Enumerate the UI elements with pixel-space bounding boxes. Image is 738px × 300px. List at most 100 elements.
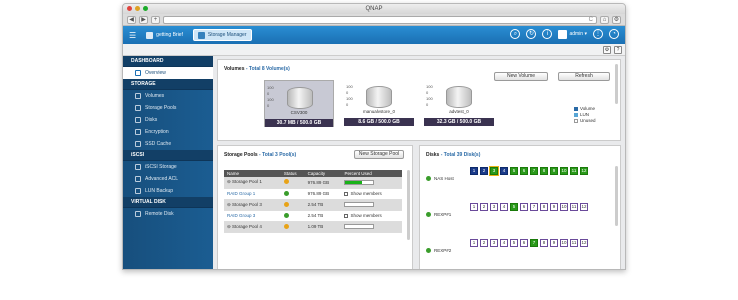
disk-slot[interactable]: 3 bbox=[489, 166, 499, 176]
disk-slot[interactable]: 8 bbox=[540, 203, 548, 211]
disk-slot[interactable]: 11 bbox=[570, 203, 578, 211]
disk-slot[interactable]: 9 bbox=[550, 167, 558, 175]
sidebar-item-ssd-cache[interactable]: SSD Cache bbox=[123, 138, 213, 150]
disk-slot[interactable]: 3 bbox=[490, 203, 498, 211]
tab-storage-manager[interactable]: Storage Manager bbox=[192, 29, 252, 41]
menu-icon[interactable]: ☰ bbox=[129, 31, 136, 40]
disk-slot[interactable]: 9 bbox=[550, 239, 558, 247]
enclosure-row[interactable]: NAS Host 1 2 3 4 5 6 7 8 9 10 11 12 bbox=[424, 164, 614, 196]
disk-slot[interactable]: 12 bbox=[580, 203, 588, 211]
disk-slot[interactable]: 9 bbox=[550, 203, 558, 211]
tab-getting-brief[interactable]: getting Brief bbox=[142, 29, 187, 41]
col-name[interactable]: Name bbox=[224, 170, 281, 177]
volume-name: advtest_0 bbox=[449, 109, 469, 114]
minimize-icon[interactable] bbox=[135, 6, 140, 11]
disk-slot[interactable]: 6 bbox=[520, 167, 528, 175]
disk-slot[interactable]: 1 bbox=[470, 239, 478, 247]
sidebar-section-dashboard[interactable]: DASHBOARD bbox=[123, 56, 213, 67]
sidebar-section-virtual-disk[interactable]: VIRTUAL DISK bbox=[123, 197, 213, 208]
col-percent-used[interactable]: Percent Used bbox=[341, 170, 402, 177]
help-icon[interactable]: ? bbox=[614, 46, 622, 54]
sidebar-section-iscsi[interactable]: iSCSI bbox=[123, 150, 213, 161]
disk-slot[interactable]: 6 bbox=[520, 203, 528, 211]
legend-swatch-volume bbox=[574, 107, 578, 111]
add-icon[interactable]: + bbox=[151, 15, 160, 24]
show-members-checkbox[interactable] bbox=[344, 213, 349, 218]
table-row[interactable]: ⊖ Storage Pool 4 1.09 TB bbox=[224, 221, 402, 233]
sidebar-item-encryption[interactable]: Encryption bbox=[123, 126, 213, 138]
gauge-icon[interactable]: ◔ bbox=[609, 29, 619, 39]
disk-slot[interactable]: 2 bbox=[480, 167, 488, 175]
disk-slot[interactable]: 12 bbox=[580, 167, 588, 175]
disk-slot[interactable]: 5 bbox=[510, 203, 518, 211]
disk-slot[interactable]: 7 bbox=[530, 203, 538, 211]
disk-slot[interactable]: 3 bbox=[490, 239, 498, 247]
disk-slot[interactable]: 4 bbox=[500, 239, 508, 247]
disk-slot[interactable]: 1 bbox=[470, 167, 478, 175]
table-row[interactable]: RAID Group 3 2.54 TB Show members bbox=[224, 210, 402, 222]
show-members-checkbox[interactable] bbox=[344, 191, 349, 196]
close-icon[interactable] bbox=[127, 6, 132, 11]
sidebar-item-remote-disk[interactable]: Remote Disk bbox=[123, 208, 213, 220]
new-volume-button[interactable]: New Volume bbox=[494, 72, 548, 81]
volume-card[interactable]: 100 0 100 0 CSV300 30.7 MB / 500.0 GB bbox=[264, 80, 334, 127]
disk-slot[interactable]: 6 bbox=[520, 239, 528, 247]
sidebar-item-advanced-acl[interactable]: Advanced ACL bbox=[123, 173, 213, 185]
refresh-button[interactable]: Refresh bbox=[558, 72, 610, 81]
user-menu[interactable]: admin ▾ bbox=[558, 29, 587, 39]
disk-slot[interactable]: 10 bbox=[560, 239, 568, 247]
disk-slot[interactable]: 8 bbox=[540, 167, 548, 175]
disk-slot[interactable]: 1 bbox=[470, 203, 478, 211]
scrollbar[interactable] bbox=[407, 170, 410, 240]
sidebar-item-iscsi-storage[interactable]: iSCSI Storage bbox=[123, 161, 213, 173]
sidebar-item-storage-pools[interactable]: Storage Pools bbox=[123, 102, 213, 114]
disk-slot[interactable]: 5 bbox=[510, 239, 518, 247]
table-row[interactable]: RAID Group 1 976.89 GB Show members bbox=[224, 188, 402, 200]
disk-slot[interactable]: 7 bbox=[530, 167, 538, 175]
back-icon[interactable]: ◀ bbox=[127, 15, 136, 24]
sidebar-item-disks[interactable]: Disks bbox=[123, 114, 213, 126]
new-storage-pool-button[interactable]: New Storage Pool bbox=[354, 150, 404, 159]
disk-slot[interactable]: 2 bbox=[480, 239, 488, 247]
reload-icon[interactable]: C bbox=[589, 17, 593, 24]
disk-slot[interactable]: 5 bbox=[510, 167, 518, 175]
address-input[interactable]: C bbox=[163, 15, 597, 24]
scrollbar[interactable] bbox=[615, 64, 618, 104]
enclosure-row[interactable]: REXP#2 1 2 3 4 5 6 7 8 9 10 11 12 bbox=[424, 236, 614, 268]
settings-icon[interactable]: ⚙ bbox=[612, 15, 621, 24]
table-row[interactable]: ⊖ Storage Pool 3 2.54 TB bbox=[224, 199, 402, 211]
url-bar: ◀ ▶ + C ⌂ ⚙ bbox=[123, 14, 625, 26]
enclosure-name: REXP#2 bbox=[434, 248, 452, 253]
disk-slot[interactable]: 12 bbox=[580, 239, 588, 247]
search-icon[interactable]: ⌕ bbox=[510, 29, 521, 39]
title-bar: QNAP bbox=[123, 4, 625, 14]
col-capacity[interactable]: Capacity bbox=[304, 170, 342, 177]
more-icon[interactable]: ⋮ bbox=[593, 29, 603, 39]
sidebar-section-storage[interactable]: STORAGE bbox=[123, 79, 213, 90]
sync-icon[interactable]: ↻ bbox=[526, 29, 537, 39]
volume-card[interactable]: 100 0 100 0 advtest_0 32.3 GB / 500.0 GB bbox=[424, 80, 494, 127]
disk-slot[interactable]: 10 bbox=[560, 203, 568, 211]
disk-slot[interactable]: 10 bbox=[560, 167, 568, 175]
forward-icon[interactable]: ▶ bbox=[139, 15, 148, 24]
scrollbar[interactable] bbox=[615, 166, 618, 226]
disk-slot[interactable]: 2 bbox=[480, 203, 488, 211]
table-row[interactable]: ⊖ Storage Pool 1 976.89 GB bbox=[224, 177, 402, 189]
disk-slot[interactable]: 11 bbox=[570, 167, 578, 175]
home-icon[interactable]: ⌂ bbox=[600, 15, 609, 24]
volume-card[interactable]: 100 0 100 0 manualvstore_0 8.6 GB / 500.0 G… bbox=[344, 80, 414, 127]
disk-slot[interactable]: 11 bbox=[570, 239, 578, 247]
disk-slot[interactable]: 4 bbox=[500, 203, 508, 211]
col-status[interactable]: Status bbox=[280, 170, 305, 177]
gear-icon[interactable]: ⚙ bbox=[603, 46, 611, 54]
disk-slot[interactable]: 8 bbox=[540, 239, 548, 247]
info-icon[interactable]: i bbox=[542, 29, 553, 39]
disk-slot[interactable]: 7 bbox=[530, 239, 538, 247]
maximize-icon[interactable] bbox=[143, 6, 148, 11]
sidebar-item-overview[interactable]: Overview bbox=[123, 67, 213, 79]
sidebar-item-lun-backup[interactable]: LUN Backup bbox=[123, 185, 213, 197]
enclosure-row[interactable]: REXP#1 1 2 3 4 5 6 7 8 9 10 11 12 bbox=[424, 200, 614, 232]
sidebar-item-volumes[interactable]: Volumes bbox=[123, 90, 213, 102]
disk-slot[interactable]: 4 bbox=[500, 167, 508, 175]
ssd-icon bbox=[135, 141, 141, 147]
